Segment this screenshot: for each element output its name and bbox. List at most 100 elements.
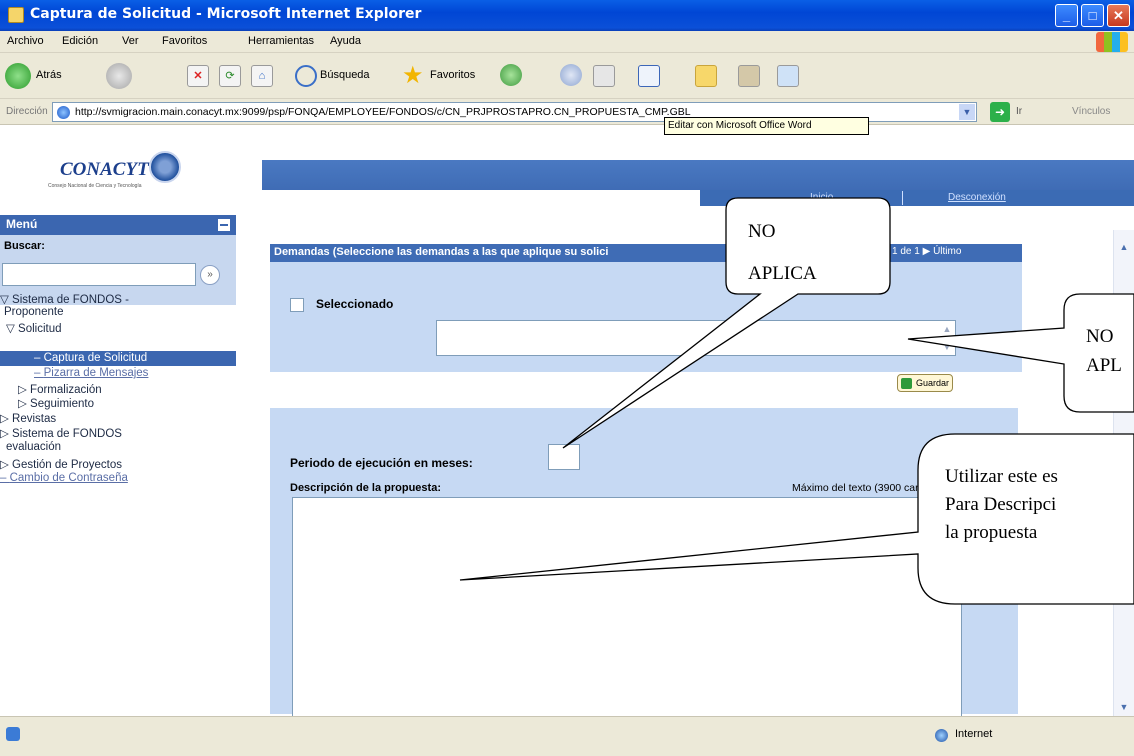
address-label: Dirección [6, 106, 48, 117]
menu-archivo[interactable]: Archivo [7, 35, 44, 47]
propuesta-panel: Periodo de ejecución en meses: Descripci… [270, 408, 1018, 756]
search-input[interactable] [2, 263, 196, 286]
conacyt-seal-icon [149, 151, 181, 183]
buscar-label: Buscar: [4, 240, 45, 252]
messenger-icon[interactable] [777, 65, 799, 87]
tooltip-edit-word: Editar con Microsoft Office Word [664, 117, 869, 135]
sidebar-item-seguimiento[interactable]: ▷ Seguimiento [18, 396, 94, 410]
sidebar-item-gestion[interactable]: ▷ Gestión de Proyectos [0, 457, 122, 471]
pager-count: 1 de 1 [892, 246, 920, 257]
logo-subtitle: Consejo Nacional de Ciencia y Tecnología [48, 183, 142, 189]
menu-edicion[interactable]: Edición [62, 35, 98, 47]
history-icon[interactable] [500, 64, 522, 86]
favorites-button-label[interactable]: Favoritos [430, 69, 475, 81]
logo-area: CONACYT Consejo Nacional de Ciencia y Te… [0, 125, 262, 210]
nav-desconexion-link[interactable]: Desconexión [948, 192, 1006, 203]
save-icon [901, 378, 912, 389]
sidebar-item-label: Formalización [30, 384, 102, 396]
search-button-label[interactable]: Búsqueda [320, 69, 370, 81]
sidebar-item-sistema-proponente[interactable]: ▽ Sistema de FONDOS - [0, 292, 129, 306]
sidebar-item-label: Sistema de FONDOS [12, 428, 122, 440]
menu-ver[interactable]: Ver [122, 35, 139, 47]
discuss-icon[interactable] [695, 65, 717, 87]
demandas-title: Demandas (Seleccione las demandas a las … [274, 246, 609, 258]
windows-logo-icon [1096, 32, 1128, 52]
seleccionado-label: Seleccionado [316, 297, 394, 311]
research-icon[interactable] [738, 65, 760, 87]
header-nav: Inicio Desconexión [700, 190, 1134, 206]
sidebar-item-label: Pizarra de Mensajes [43, 367, 149, 379]
demandas-header: Demandas (Seleccione las demandas a las … [270, 244, 1022, 262]
demandas-panel: Seleccionado ▲ ▼ [270, 262, 1022, 372]
maximo-texto-label: Máximo del texto (3900 caract [792, 482, 933, 494]
links-label[interactable]: Vínculos [1072, 106, 1110, 117]
sidebar-item-cambio[interactable]: – Cambio de Contraseña [0, 472, 128, 484]
nav-inicio-link[interactable]: Inicio [810, 192, 833, 203]
close-button[interactable]: ✕ [1107, 4, 1130, 27]
title-bar: Captura de Solicitud - Microsoft Interne… [0, 0, 1134, 31]
callout-1-line2: APLICA [748, 263, 817, 284]
periodo-input[interactable] [548, 444, 580, 470]
forward-arrow-icon[interactable] [106, 63, 132, 89]
scroll-up-icon[interactable]: ▲ [1117, 240, 1131, 254]
sidebar-item-label: Gestión de Proyectos [12, 459, 122, 471]
sidebar-item-proponente-cont[interactable]: Proponente [4, 306, 63, 318]
mail-icon[interactable] [560, 64, 582, 86]
guardar-button[interactable]: Guardar [897, 374, 953, 392]
sidebar-item-captura[interactable]: – Captura de Solicitud [34, 352, 147, 364]
stop-icon[interactable]: ✕ [187, 65, 209, 87]
sidebar-item-label: Captura de Solicitud [43, 352, 148, 364]
search-go-icon[interactable]: » [200, 265, 220, 285]
demanda-textarea[interactable]: ▲ ▼ [436, 320, 956, 356]
guardar-label: Guardar [916, 378, 950, 388]
address-bar: Dirección http://svmigracion.main.conacy… [0, 99, 1134, 125]
menu-ayuda[interactable]: Ayuda [330, 35, 361, 47]
sidebar-item-evaluacion-cont[interactable]: evaluación [6, 441, 61, 453]
back-button-label[interactable]: Atrás [36, 69, 62, 81]
page-scrollbar[interactable]: ▲ ▼ [1113, 230, 1134, 716]
chevron-down-icon[interactable]: ▼ [959, 104, 975, 120]
seleccionado-checkbox[interactable] [290, 298, 304, 312]
search-icon[interactable] [295, 65, 317, 87]
left-menu: Menú Buscar: » ▽ Sistema de FONDOS - Pro… [0, 215, 236, 715]
scroll-up-icon[interactable]: ▲ [940, 322, 954, 336]
print-icon[interactable] [593, 65, 615, 87]
header-band [262, 160, 1134, 190]
sidebar-item-solicitud[interactable]: ▽ Solicitud [6, 321, 62, 335]
edit-word-icon[interactable] [638, 65, 660, 87]
menu-favoritos[interactable]: Favoritos [162, 35, 207, 47]
periodo-label: Periodo de ejecución en meses: [290, 456, 473, 470]
sidebar-item-revistas[interactable]: ▷ Revistas [0, 411, 56, 425]
go-button-label[interactable]: Ir [1016, 106, 1022, 117]
sidebar-item-sistema-evaluacion[interactable]: ▷ Sistema de FONDOS [0, 426, 122, 440]
callout-1-line1: NO [748, 221, 776, 242]
minimize-button[interactable]: _ [1055, 4, 1078, 27]
sidebar-item-pizarra[interactable]: – Pizarra de Mensajes [34, 367, 148, 379]
menu-bar: Archivo Edición Ver Favoritos Herramient… [0, 31, 1134, 53]
status-bar: Internet [0, 716, 1134, 756]
logo: CONACYT [60, 159, 149, 180]
home-icon[interactable]: ⌂ [251, 65, 273, 87]
scroll-down-icon[interactable]: ▼ [1117, 700, 1131, 714]
sidebar-item-label: Sistema de FONDOS - [12, 294, 129, 306]
go-arrow-icon[interactable]: ➜ [990, 102, 1010, 122]
maximize-button[interactable]: □ [1081, 4, 1104, 27]
address-url[interactable]: http://svmigracion.main.conacyt.mx:9099/… [75, 106, 691, 118]
toolbar: Atrás ✕ ⟳ ⌂ Búsqueda ★ Favoritos [0, 53, 1134, 99]
menu-title: Menú [6, 217, 38, 231]
callout-2-line2: APL [1086, 355, 1122, 376]
refresh-icon[interactable]: ⟳ [219, 65, 241, 87]
menu-herramientas[interactable]: Herramientas [248, 35, 314, 47]
scroll-down-icon[interactable]: ▼ [940, 340, 954, 354]
callout-2-line1: NO [1086, 326, 1114, 347]
pager-next-icon[interactable]: ▶ [923, 246, 931, 257]
collapse-icon[interactable] [218, 219, 230, 231]
favorites-star-icon[interactable]: ★ [402, 61, 424, 90]
sidebar-item-label: Revistas [12, 413, 57, 425]
page-status-icon [6, 727, 20, 741]
sidebar-item-formalizacion[interactable]: ▷ Formalización [18, 382, 102, 396]
back-arrow-icon[interactable] [5, 63, 31, 89]
pager-last[interactable]: Último [933, 246, 961, 257]
menu-header: Menú [0, 215, 236, 235]
zone-label: Internet [955, 728, 993, 740]
